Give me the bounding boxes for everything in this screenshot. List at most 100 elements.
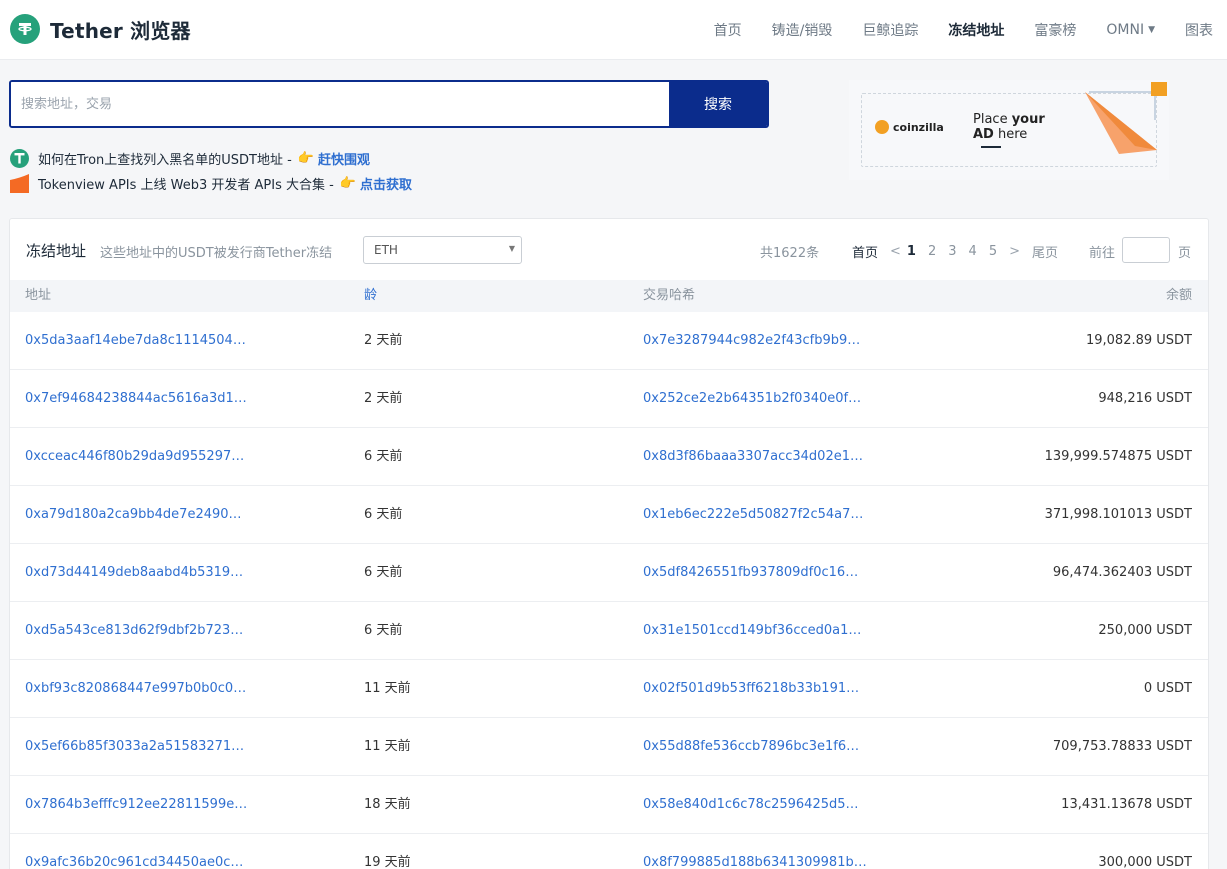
page-prev[interactable]: < (890, 244, 901, 259)
search-bar: 搜索 (9, 80, 769, 128)
notice-text: Tokenview APIs 上线 Web3 开发者 APIs 大合集 - (38, 177, 334, 193)
col-age[interactable]: 龄 (364, 280, 377, 312)
ad-line1-b: your (1011, 112, 1045, 127)
address-link[interactable]: 0x9afc36b20c961cd34450ae0c… (25, 834, 243, 869)
select-arrow-icon: ▼ (508, 244, 515, 253)
age-cell: 11 天前 (364, 681, 411, 696)
pagination: 首页 < 1 2 3 4 5 > 尾页 (852, 242, 1058, 261)
caret-down-icon: ▼ (1148, 25, 1155, 35)
page-next[interactable]: > (1009, 244, 1020, 259)
notice-link[interactable]: 赶快围观 (318, 149, 370, 168)
table-row: 0x7ef94684238844ac5616a3d1… 2 天前 0x252ce… (10, 370, 1208, 428)
page-number[interactable]: 3 (948, 244, 956, 259)
age-cell: 6 天前 (364, 565, 403, 580)
tx-hash-link[interactable]: 0x31e1501ccd149bf36cced0a1… (643, 602, 861, 660)
table-row: 0xa79d180a2ca9bb4de7e2490… 6 天前 0x1eb6ec… (10, 486, 1208, 544)
frozen-addresses-panel: 冻结地址 这些地址中的USDT被发行商Tether冻结 ETH ▼ 共1622条… (9, 218, 1209, 869)
ad-copy: Place your AD here (973, 112, 1045, 142)
page-first[interactable]: 首页 (852, 242, 878, 261)
notice-item: Tokenview APIs 上线 Web3 开发者 APIs 大合集 - 👉 … (10, 172, 412, 194)
table-row: 0x5da3aaf14ebe7da8c1114504… 2 天前 0x7e328… (10, 312, 1208, 370)
nav-frozen-addresses[interactable]: 冻结地址 (948, 20, 1004, 40)
address-link[interactable]: 0x5ef66b85f3033a2a51583271… (25, 718, 244, 776)
page-last[interactable]: 尾页 (1032, 242, 1058, 261)
nav-home[interactable]: 首页 (714, 20, 742, 40)
address-link[interactable]: 0xbf93c820868447e997b0b0c0… (25, 660, 246, 718)
coinzilla-logo: coinzilla (875, 120, 944, 134)
panel-header: 冻结地址 这些地址中的USDT被发行商Tether冻结 ETH ▼ 共1622条… (10, 219, 1208, 280)
tx-hash-link[interactable]: 0x5df8426551fb937809df0c16… (643, 544, 858, 602)
ad-brand: coinzilla (893, 120, 944, 134)
balance-cell: 709,753.78833 USDT (1052, 739, 1192, 754)
panel-subtitle: 这些地址中的USDT被发行商Tether冻结 (100, 246, 333, 261)
address-link[interactable]: 0xa79d180a2ca9bb4de7e2490… (25, 486, 242, 544)
col-balance: 余额 (1165, 288, 1192, 303)
balance-cell: 96,474.362403 USDT (1052, 565, 1192, 580)
tx-hash-link[interactable]: 0x58e840d1c6c78c2596425d5… (643, 776, 859, 834)
age-cell: 2 天前 (364, 391, 403, 406)
tokenview-icon (10, 173, 29, 193)
notice-item: 如何在Tron上查找列入黑名单的USDT地址 - 👉 赶快围观 (10, 147, 412, 169)
address-link[interactable]: 0xcceac446f80b29da9d955297… (25, 428, 244, 486)
tx-hash-link[interactable]: 0x8f799885d188b6341309981b… (643, 834, 867, 869)
table-header: 地址 龄 交易哈希 余额 (10, 280, 1208, 312)
nav-charts[interactable]: 图表 (1185, 20, 1213, 40)
table-row: 0xbf93c820868447e997b0b0c0… 11 天前 0x02f5… (10, 660, 1208, 718)
nav-omni-dropdown[interactable]: OMNI ▼ (1106, 22, 1155, 38)
tx-hash-link[interactable]: 0x8d3f86baaa3307acc34d02e1… (643, 428, 863, 486)
col-address: 地址 (25, 288, 52, 303)
ad-choice-icon[interactable] (1151, 82, 1167, 96)
table-row: 0x5ef66b85f3033a2a51583271… 11 天前 0x55d8… (10, 718, 1208, 776)
address-link[interactable]: 0xd5a543ce813d62f9dbf2b723… (25, 602, 243, 660)
panel-title: 冻结地址 (26, 242, 87, 260)
nav-omni-label: OMNI (1106, 22, 1145, 38)
search-input[interactable] (11, 82, 669, 126)
tether-logo-icon (10, 14, 40, 44)
goto-label: 前往 (1089, 246, 1116, 261)
ad-line2-b: here (993, 127, 1028, 142)
balance-cell: 139,999.574875 USDT (1044, 449, 1192, 464)
pointing-hand-icon: 👉 (297, 150, 315, 166)
balance-cell: 19,082.89 USDT (1085, 333, 1192, 348)
table-row: 0x9afc36b20c961cd34450ae0c… 19 天前 0x8f79… (10, 834, 1208, 869)
notice-link[interactable]: 点击获取 (360, 174, 412, 193)
address-link[interactable]: 0x5da3aaf14ebe7da8c1114504… (25, 312, 246, 370)
nav-rich-list[interactable]: 富豪榜 (1034, 20, 1076, 40)
tx-hash-link[interactable]: 0x55d88fe536ccb7896bc3e1f6… (643, 718, 859, 776)
balance-cell: 0 USDT (1143, 681, 1192, 696)
page-number[interactable]: 5 (989, 244, 997, 259)
page-number[interactable]: 1 (907, 244, 916, 259)
age-cell: 11 天前 (364, 739, 411, 754)
ad-line2-a: AD (973, 127, 994, 142)
ad-underline (981, 146, 1001, 148)
address-link[interactable]: 0xd73d44149deb8aabd4b5319… (25, 544, 243, 602)
chain-select[interactable]: ETH ▼ (363, 236, 522, 264)
ad-banner[interactable]: coinzilla Place your AD here (849, 80, 1169, 180)
address-link[interactable]: 0x7ef94684238844ac5616a3d1… (25, 370, 247, 428)
notice-list: 如何在Tron上查找列入黑名单的USDT地址 - 👉 赶快围观 Tokenvie… (10, 147, 412, 197)
tx-hash-link[interactable]: 0x1eb6ec222e5d50827f2c54a7… (643, 486, 863, 544)
tx-hash-link[interactable]: 0x252ce2e2b64351b2f0340e0f… (643, 370, 861, 428)
age-cell: 2 天前 (364, 333, 403, 348)
balance-cell: 948,216 USDT (1098, 391, 1192, 406)
goto-page-input[interactable] (1122, 237, 1170, 263)
age-cell: 6 天前 (364, 507, 403, 522)
nav-whale-tracking[interactable]: 巨鲸追踪 (862, 20, 918, 40)
tether-icon (10, 148, 29, 168)
nav-mint-burn[interactable]: 铸造/销毁 (772, 20, 833, 40)
col-tx-hash: 交易哈希 (643, 288, 696, 303)
pointing-hand-icon: 👉 (339, 175, 357, 191)
age-cell: 6 天前 (364, 623, 403, 638)
brand-title: Tether 浏览器 (50, 18, 191, 43)
page-number[interactable]: 2 (928, 244, 936, 259)
table-row: 0x7864b3efffc912ee22811599e… 18 天前 0x58e… (10, 776, 1208, 834)
brand[interactable]: Tether 浏览器 (10, 14, 191, 44)
page-number[interactable]: 4 (969, 244, 977, 259)
search-button[interactable]: 搜索 (669, 82, 767, 126)
megaphone-icon (1085, 91, 1157, 154)
chain-select-value: ETH (374, 243, 398, 257)
address-link[interactable]: 0x7864b3efffc912ee22811599e… (25, 776, 247, 834)
tx-hash-link[interactable]: 0x7e3287944c982e2f43cfb9b9… (643, 312, 860, 370)
table-row: 0xcceac446f80b29da9d955297… 6 天前 0x8d3f8… (10, 428, 1208, 486)
tx-hash-link[interactable]: 0x02f501d9b53ff6218b33b191… (643, 660, 859, 718)
